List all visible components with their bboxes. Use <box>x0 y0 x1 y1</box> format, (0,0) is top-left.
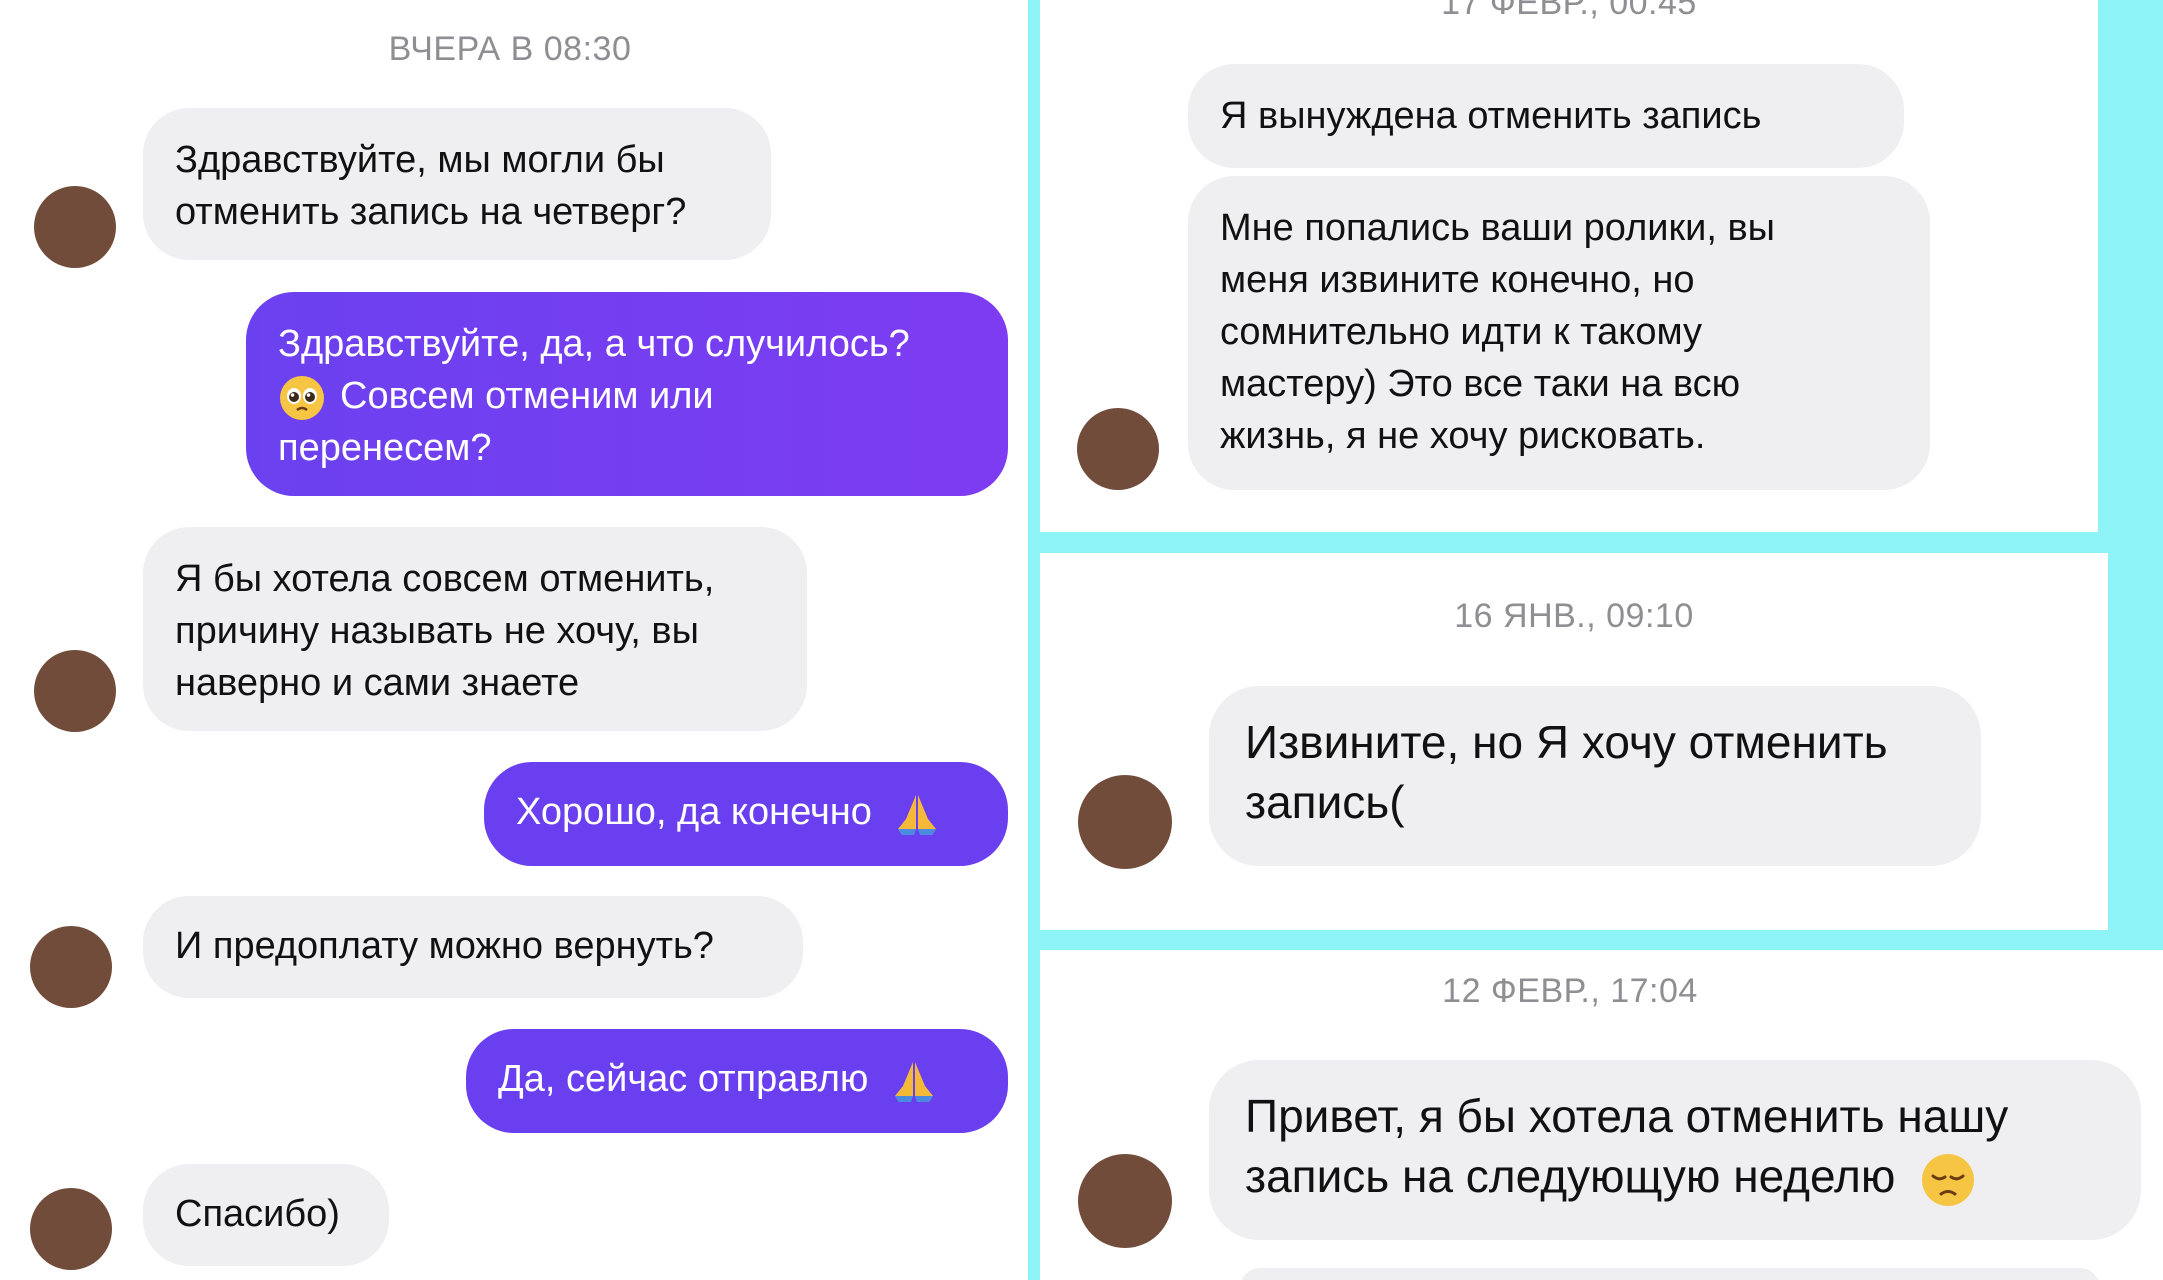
incoming-message-bubble[interactable]: Я бы хотела совсем отменить, причину наз… <box>143 527 807 731</box>
incoming-message-bubble[interactable]: И предоплату можно вернуть? <box>143 896 803 998</box>
avatar <box>1078 775 1172 869</box>
message-text-line: Совсем отменим или <box>278 370 976 422</box>
message-text-line: Извините, но Я хочу отменить <box>1245 716 1888 768</box>
incoming-message-bubble[interactable]: Спасибо) <box>143 1164 389 1266</box>
message-text-line: меня извините конечно, но <box>1220 259 1695 301</box>
message-text-line: перенесем? <box>278 427 492 469</box>
folded-hands-icon <box>898 794 937 835</box>
message-text-line: мастеру) Это все таки на всю <box>1220 363 1741 405</box>
avatar <box>34 650 116 732</box>
right-middle-chat-panel: 16 ЯНВ., 09:10 Извините, но Я хочу отмен… <box>1040 553 2108 930</box>
right-bottom-chat-panel: 12 ФЕВР., 17:04 Привет, я бы хотела отме… <box>1040 950 2163 1280</box>
avatar <box>34 186 116 268</box>
message-text-line: Хорошо, да конечно <box>516 786 976 839</box>
incoming-message-bubble[interactable]: Извините, но Я хочу отменить запись( <box>1209 686 1981 866</box>
message-text-fragment: Хорошо, да конечно <box>516 791 872 833</box>
divider-vertical <box>1028 0 1040 1280</box>
incoming-message-bubble[interactable]: Мне попались ваши ролики, вы меня извини… <box>1188 176 1930 490</box>
avatar <box>1077 408 1159 490</box>
outgoing-message-bubble[interactable]: Здравствуйте, да, а что случилось? Совсе… <box>246 292 1008 496</box>
message-text-fragment: Совсем отменим или <box>340 375 714 417</box>
next-message-bubble-edge <box>1240 1268 2100 1280</box>
timestamp: ВЧЕРА В 08:30 <box>388 30 632 68</box>
message-text-line: отменить запись на четверг? <box>175 191 687 233</box>
folded-hands-icon <box>894 1061 933 1102</box>
incoming-message-bubble[interactable]: Я вынуждена отменить запись <box>1188 64 1904 168</box>
incoming-message-bubble[interactable]: Здравствуйте, мы могли бы отменить запис… <box>143 108 771 260</box>
avatar <box>1078 1154 1172 1248</box>
message-text-line: Да, сейчас отправлю <box>498 1053 976 1106</box>
message-text-fragment: запись на следующую неделю <box>1245 1150 1896 1202</box>
message-text-line: запись( <box>1245 776 1405 828</box>
message-text-line: причину называть не хочу, вы <box>175 610 699 652</box>
message-text-fragment: Да, сейчас отправлю <box>498 1058 869 1100</box>
message-text-line: сомнительно идти к такому <box>1220 311 1703 353</box>
outgoing-message-bubble[interactable]: Хорошо, да конечно <box>484 762 1008 866</box>
message-text-line: Здравствуйте, да, а что случилось? <box>278 323 910 365</box>
message-text-line: Здравствуйте, мы могли бы <box>175 139 665 181</box>
message-text-line: Я вынуждена отменить запись <box>1220 95 1762 137</box>
outgoing-message-bubble[interactable]: Да, сейчас отправлю <box>466 1029 1008 1133</box>
message-text-line: Привет, я бы хотела отменить нашу <box>1245 1090 2009 1142</box>
avatar <box>30 926 112 1008</box>
message-text-line: наверно и сами знаете <box>175 662 580 704</box>
message-text-line: запись на следующую неделю <box>1245 1146 2105 1208</box>
timestamp: 12 ФЕВР., 17:04 <box>1442 972 1698 1010</box>
avatar <box>30 1188 112 1270</box>
timestamp: 16 ЯНВ., 09:10 <box>1454 597 1694 635</box>
timestamp: 17 ФЕВР., 00:45 <box>1441 0 1697 22</box>
message-text-line: Я бы хотела совсем отменить, <box>175 558 715 600</box>
message-text-line: Спасибо) <box>175 1193 340 1235</box>
right-top-chat-panel: 17 ФЕВР., 00:45 Я вынуждена отменить зап… <box>1040 0 2098 532</box>
message-text-line: И предоплату можно вернуть? <box>175 925 714 967</box>
message-text-line: Мне попались ваши ролики, вы <box>1220 207 1775 249</box>
pensive-face-icon <box>1922 1153 1975 1206</box>
left-chat-panel: ВЧЕРА В 08:30 Здравствуйте, мы могли бы … <box>0 0 1028 1280</box>
incoming-message-bubble[interactable]: Привет, я бы хотела отменить нашу запись… <box>1209 1060 2141 1240</box>
message-text-line: жизнь, я не хочу рисковать. <box>1220 415 1706 457</box>
pleading-face-icon <box>280 375 324 420</box>
